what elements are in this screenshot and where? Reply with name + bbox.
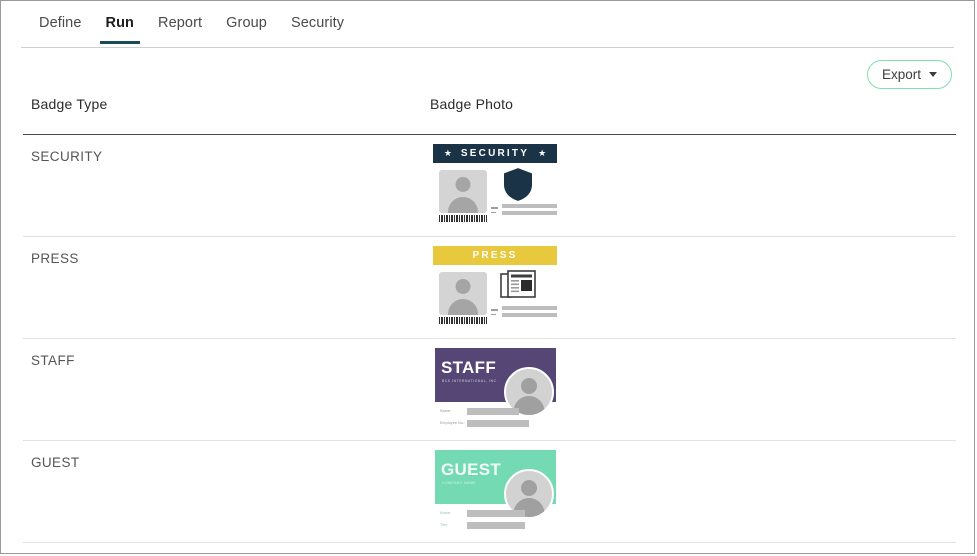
application-window: Define Run Report Group Security Export … <box>0 0 975 554</box>
table-row[interactable]: SECURITY ★ SECURITY ★ <box>23 135 956 237</box>
badge-header-band: ★ SECURITY ★ <box>433 144 557 163</box>
column-header-badge-type: Badge Type <box>31 96 108 112</box>
badge-field-value-bar <box>467 407 519 415</box>
field-label-line <box>491 207 498 209</box>
badge-subtitle: BCS INTERNATIONAL, INC. <box>442 379 499 383</box>
caret-down-icon <box>929 72 937 77</box>
tab-bar: Define Run Report Group Security <box>1 1 974 48</box>
tab-security[interactable]: Security <box>279 1 356 44</box>
export-button[interactable]: Export <box>866 60 952 89</box>
badge-field: Name: <box>440 407 530 415</box>
field-value-bar <box>502 211 557 215</box>
barcode-icon <box>439 215 487 222</box>
table-row[interactable]: PRESS PRESS <box>23 237 956 339</box>
badge-field: Employee No.: <box>440 419 530 427</box>
person-body-shape <box>448 197 478 213</box>
table-row[interactable]: STAFF STAFF BCS INTERNATIONAL, INC. Name… <box>23 339 956 441</box>
badge-header-label: SECURITY <box>460 148 530 159</box>
badge-field-value-bar <box>467 419 529 427</box>
field-label-line <box>491 211 496 213</box>
person-head-shape <box>521 378 537 394</box>
tab-group[interactable]: Group <box>214 1 279 44</box>
cell-badge-type: STAFF <box>31 353 75 368</box>
person-head-shape <box>455 177 471 192</box>
badge-fields: Name: Employee No.: <box>440 407 530 431</box>
badge-field-label: Title: <box>440 523 449 527</box>
newspaper-icon <box>500 270 536 298</box>
badge-header-label: PRESS <box>472 250 518 261</box>
field-label-lines <box>491 309 499 318</box>
tab-report[interactable]: Report <box>146 1 214 44</box>
badge-fields: Name: Title: <box>440 509 530 533</box>
badge-field-label: Employee No.: <box>440 421 466 425</box>
tab-run[interactable]: Run <box>94 1 147 44</box>
field-label-lines <box>491 207 499 216</box>
column-header-badge-photo: Badge Photo <box>430 96 514 112</box>
badge-field-value-bar <box>467 521 525 529</box>
badge-field: Title: <box>440 521 530 529</box>
badge-artwork-staff: STAFF BCS INTERNATIONAL, INC. Name: Empl… <box>430 348 560 430</box>
export-button-label: Export <box>881 67 921 82</box>
run-panel: Export Badge Type Badge Photo SECURITY ★… <box>1 48 974 553</box>
cell-badge-type: SECURITY <box>31 149 103 164</box>
star-icon-right: ★ <box>538 148 547 158</box>
person-head-shape <box>455 279 471 294</box>
field-value-bars <box>502 306 557 320</box>
badge-field-label: Name: <box>440 511 452 515</box>
field-value-bar <box>502 204 557 208</box>
badge-emblem <box>500 168 540 202</box>
cell-badge-photo: PRESS <box>428 237 956 326</box>
tab-define[interactable]: Define <box>27 1 94 44</box>
field-label-line <box>491 309 498 311</box>
badge-subtitle: COMPANY NAME <box>442 481 477 485</box>
badge-title: STAFF <box>441 358 497 377</box>
badge-field-value-bar <box>467 509 525 517</box>
badge-title: GUEST <box>441 460 502 479</box>
person-body-shape <box>448 299 478 315</box>
badge-emblem <box>500 270 540 304</box>
cell-badge-photo: ★ SECURITY ★ <box>428 135 956 224</box>
badge-artwork-security: ★ SECURITY ★ <box>430 144 560 224</box>
barcode-icon <box>439 317 487 324</box>
cell-badge-type: GUEST <box>31 455 80 470</box>
badge-field-label: Name: <box>440 409 452 413</box>
field-value-bars <box>502 204 557 218</box>
badge-table: Badge Type Badge Photo SECURITY ★ SECURI… <box>23 96 956 543</box>
table-header-row: Badge Type Badge Photo <box>23 96 956 135</box>
cell-badge-photo: STAFF BCS INTERNATIONAL, INC. Name: Empl… <box>428 339 956 430</box>
shield-icon <box>504 168 532 201</box>
field-label-line <box>491 313 496 315</box>
cell-badge-type: PRESS <box>31 251 79 266</box>
field-value-bar <box>502 313 557 317</box>
person-head-shape <box>521 480 537 496</box>
photo-placeholder <box>439 272 487 315</box>
cell-badge-photo: GUEST COMPANY NAME Name: Title: <box>428 441 956 532</box>
badge-artwork-press: PRESS <box>430 246 560 326</box>
badge-header-band: PRESS <box>433 246 557 265</box>
photo-placeholder <box>439 170 487 213</box>
table-row[interactable]: GUEST GUEST COMPANY NAME Name: Title: <box>23 441 956 543</box>
panel-toolbar: Export <box>866 60 952 89</box>
field-value-bar <box>502 306 557 310</box>
star-icon-left: ★ <box>443 148 452 158</box>
tab-list: Define Run Report Group Security <box>27 1 356 48</box>
badge-field: Name: <box>440 509 530 517</box>
badge-artwork-guest: GUEST COMPANY NAME Name: Title: <box>430 450 560 532</box>
